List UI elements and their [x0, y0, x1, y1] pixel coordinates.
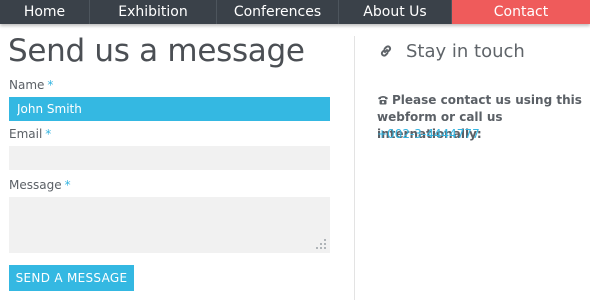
message-label: Message * [9, 178, 71, 192]
top-navigation: Home Exhibition Conferences About Us Con… [0, 0, 590, 24]
email-field[interactable] [9, 146, 330, 170]
name-field[interactable] [9, 97, 330, 121]
required-mark: * [45, 127, 52, 141]
required-mark: * [64, 178, 71, 192]
stay-in-touch-heading: Stay in touch [406, 41, 525, 62]
message-field[interactable] [9, 197, 330, 253]
send-message-button[interactable]: SEND A MESSAGE [9, 265, 134, 291]
name-label-text: Name [9, 78, 45, 92]
nav-item-conferences[interactable]: Conferences [217, 0, 339, 24]
phone-icon [377, 93, 389, 105]
resize-grip-icon [316, 239, 326, 249]
phone-number-link[interactable]: +002-3-4444777 [377, 127, 480, 141]
nav-item-home[interactable]: Home [0, 0, 90, 24]
email-label-text: Email [9, 127, 43, 141]
textarea-resize-handle[interactable] [315, 238, 327, 250]
name-label: Name * [9, 78, 53, 92]
column-divider [354, 36, 355, 300]
page-title: Send us a message [8, 33, 305, 69]
nav-item-exhibition[interactable]: Exhibition [90, 0, 217, 24]
required-mark: * [47, 78, 54, 92]
nav-item-contact[interactable]: Contact [452, 0, 590, 24]
link-icon [378, 43, 394, 63]
nav-item-about-us[interactable]: About Us [339, 0, 452, 24]
message-label-text: Message [9, 178, 62, 192]
email-label: Email * [9, 127, 51, 141]
